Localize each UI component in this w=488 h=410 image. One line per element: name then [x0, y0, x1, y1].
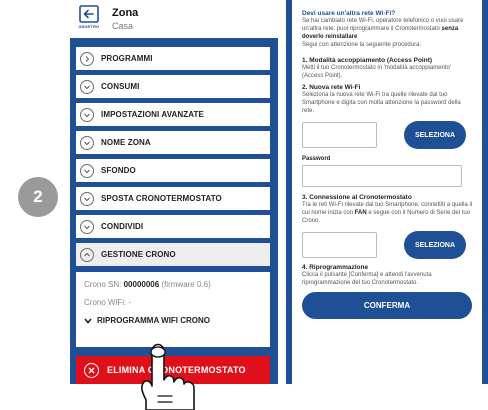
back-label: INDIETRO — [78, 24, 100, 29]
network-name-input[interactable] — [302, 122, 377, 148]
crono-network-input[interactable] — [302, 232, 377, 258]
step2-title: 2. Nuova rete Wi-Fi — [302, 84, 361, 91]
zone-subtitle: Casa — [112, 21, 134, 31]
menu-item-label: SFONDO — [101, 166, 136, 175]
step1-text: Metti il tuo Cronotermostato in 'modalit… — [302, 65, 452, 79]
menu-item-consumi[interactable]: CONSUMI — [76, 75, 270, 98]
close-icon — [84, 362, 99, 378]
select-network-button[interactable]: SELEZIONA — [404, 121, 466, 149]
wifi-reprogram-heading: Devi usare un'altra rete Wi-Fi? — [302, 10, 396, 17]
crono-wifi-line: Crono WiFi: - — [84, 298, 264, 310]
wifi-reprogram-screen: Devi usare un'altra rete Wi-Fi? Se hai c… — [286, 0, 488, 384]
chevron-down-icon — [80, 163, 94, 178]
menu-item-programmi[interactable]: PROGRAMMI — [76, 47, 270, 70]
menu-item-label: SPOSTA CRONOTERMOSTATO — [101, 194, 222, 203]
intro-text: Se hai cambiato rete Wi-Fi, operatore te… — [302, 18, 464, 32]
tap-hand-icon — [141, 343, 195, 410]
chevron-down-icon — [80, 135, 94, 150]
back-button[interactable]: INDIETRO — [76, 5, 102, 35]
chevron-down-icon — [80, 219, 94, 234]
step2-text: Seleziona la nuova rete Wi-Fi tra quelle… — [302, 92, 461, 114]
crono-select-row: SELEZIONA — [302, 231, 466, 259]
menu-item-label: NOME ZONA — [101, 138, 151, 147]
menu-item-sfondo[interactable]: SFONDO — [76, 159, 270, 182]
chevron-down-icon — [80, 191, 94, 206]
menu-item-nome-zona[interactable]: NOME ZONA — [76, 131, 270, 154]
menu-item-label: GESTIONE CRONO — [101, 250, 176, 259]
select-crono-button[interactable]: SELEZIONA — [404, 231, 466, 259]
crono-sn-label: Crono SN: — [84, 280, 122, 289]
chevron-down-icon — [80, 79, 94, 94]
crono-wifi-label: Crono WiFi: — [84, 298, 127, 307]
crono-wifi-value: - — [128, 298, 132, 307]
menu-item-label: CONDIVIDI — [101, 222, 144, 231]
crono-firmware: (firmware 0.6) — [161, 280, 211, 289]
screen-header: INDIETRO Zona Casa — [70, 0, 278, 38]
menu-item-label: IMPOSTAZIONI AVANZATE — [101, 110, 204, 119]
step3-text: Tra le reti Wi-Fi rilevate dal tuo Smart… — [302, 201, 474, 225]
chevron-down-icon — [80, 107, 94, 122]
menu-item-condividi[interactable]: CONDIVIDI — [76, 215, 270, 238]
menu-item-impostazioni-avanzate[interactable]: IMPOSTAZIONI AVANZATE — [76, 103, 270, 126]
wifi-reprogram-intro: Se hai cambiato rete Wi-Fi, operatore te… — [302, 17, 474, 49]
step3-title: 3. Connessione al Cronotermostato — [302, 194, 412, 201]
chevron-up-icon — [80, 247, 94, 262]
step3-text-bold: FAN — [354, 210, 367, 216]
network-select-row: SELEZIONA — [302, 121, 466, 149]
crono-sn-value: 00000006 — [123, 280, 160, 289]
chevron-down-icon — [84, 317, 92, 324]
menu-item-gestione-crono[interactable]: GESTIONE CRONO — [76, 243, 270, 266]
back-arrow-icon — [79, 5, 99, 23]
confirm-button[interactable]: CONFERMA — [302, 292, 472, 319]
step4-text: Clicca il pulsante [Conferma] e attendi … — [302, 272, 432, 286]
menu-item-label: PROGRAMMI — [101, 54, 153, 63]
chevron-right-icon — [80, 51, 94, 66]
menu-item-label: CONSUMI — [101, 82, 140, 91]
password-input[interactable] — [302, 165, 462, 187]
crono-serial-line: Crono SN: 00000006 (firmware 0.6) — [84, 280, 264, 292]
intro-text-2: Segui con attenzione la seguente procedu… — [302, 42, 422, 48]
step1-title: 1. Modalità accoppiamento (Access Point) — [302, 57, 433, 64]
wifi-reprogram-content: Devi usare un'altra rete Wi-Fi? Se hai c… — [292, 0, 482, 384]
menu-item-sposta-cronotermostato[interactable]: SPOSTA CRONOTERMOSTATO — [76, 187, 270, 210]
zone-title: Zona — [112, 7, 139, 19]
zone-settings-menu: PROGRAMMI CONSUMI IMPOSTAZIONI AVANZATE … — [76, 47, 270, 266]
step-number-badge: 2 — [18, 177, 58, 217]
step4-title: 4. Riprogrammazione — [302, 264, 369, 271]
